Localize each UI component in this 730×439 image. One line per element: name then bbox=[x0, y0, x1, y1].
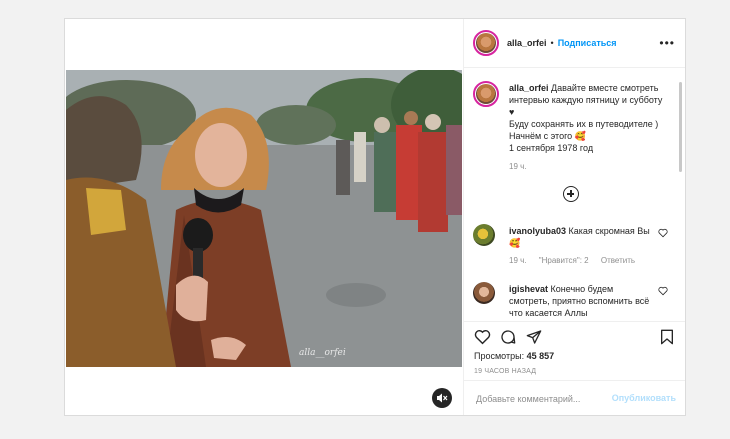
comment-input[interactable] bbox=[474, 392, 608, 405]
video-frame bbox=[66, 70, 462, 367]
share-plane-icon[interactable] bbox=[526, 329, 542, 345]
comment-bubble-icon[interactable] bbox=[500, 329, 516, 345]
bookmark-icon[interactable] bbox=[660, 329, 674, 345]
views-label: Просмотры: bbox=[474, 351, 525, 361]
caption-text: alla_orfei Давайте вместе смотреть интер… bbox=[509, 82, 669, 154]
caption-username[interactable]: alla_orfei bbox=[509, 83, 549, 93]
avatar[interactable] bbox=[473, 30, 499, 56]
post-time-ago[interactable]: 19 ЧАСОВ НАЗАД bbox=[474, 368, 536, 375]
add-comment-bar: Опубликовать bbox=[464, 380, 685, 416]
comment-likes[interactable]: "Нравится": 2 bbox=[539, 256, 589, 265]
comment-time[interactable]: 19 ч. bbox=[509, 256, 527, 265]
comment-avatar[interactable] bbox=[473, 224, 495, 246]
heart-icon[interactable] bbox=[658, 228, 668, 238]
heart-icon[interactable] bbox=[658, 286, 668, 296]
comment-text: ivanolyuba03 Какая скромная Вы🥰 bbox=[509, 225, 655, 249]
caption-avatar[interactable] bbox=[473, 81, 499, 107]
more-options-icon[interactable]: ••• bbox=[659, 36, 675, 50]
comment-avatar[interactable] bbox=[473, 282, 495, 304]
caption-line-3: Начнём с этого 🥰 bbox=[509, 131, 586, 141]
post-header: alla_orfei • Подписаться ••• bbox=[464, 19, 685, 68]
comment-meta: 19 ч. "Нравится": 2 Ответить bbox=[509, 256, 645, 265]
caption-timestamp[interactable]: 19 ч. bbox=[509, 162, 527, 171]
like-heart-icon[interactable] bbox=[474, 329, 491, 345]
comment-text: igishevat Конечно будем смотреть, приятн… bbox=[509, 283, 655, 319]
muted-speaker-icon bbox=[437, 393, 448, 403]
video-watermark: alla__orfei bbox=[299, 348, 346, 358]
comments-scrollbar[interactable] bbox=[679, 82, 682, 172]
mute-toggle-button[interactable] bbox=[432, 388, 452, 408]
action-bar: Просмотры: 45 857 19 ЧАСОВ НАЗАД bbox=[464, 321, 685, 380]
follow-button[interactable]: Подписаться bbox=[558, 38, 617, 48]
video-player[interactable]: alla__orfei bbox=[66, 70, 462, 367]
comment-username[interactable]: ivanolyuba03 bbox=[509, 226, 566, 236]
caption-line-4: 1 сентября 1978 год bbox=[509, 143, 594, 153]
post-side-panel: alla_orfei • Подписаться ••• alla_orfei … bbox=[464, 19, 685, 415]
separator-dot: • bbox=[550, 38, 554, 48]
load-more-comments-icon[interactable] bbox=[563, 186, 579, 202]
views-count[interactable]: Просмотры: 45 857 bbox=[474, 351, 554, 361]
comments-list[interactable]: alla_orfei Давайте вместе смотреть интер… bbox=[464, 68, 685, 320]
comment-username[interactable]: igishevat bbox=[509, 284, 548, 294]
reply-button[interactable]: Ответить bbox=[601, 256, 635, 265]
views-number: 45 857 bbox=[526, 351, 555, 361]
caption-line-2: Буду сохранять их в путеводителе ) bbox=[509, 119, 659, 129]
post-card: alla__orfei alla_orfei • Подписаться •••… bbox=[64, 18, 686, 416]
publish-button[interactable]: Опубликовать bbox=[612, 393, 676, 403]
header-username[interactable]: alla_orfei bbox=[507, 38, 547, 48]
media-area: alla__orfei bbox=[65, 19, 464, 415]
